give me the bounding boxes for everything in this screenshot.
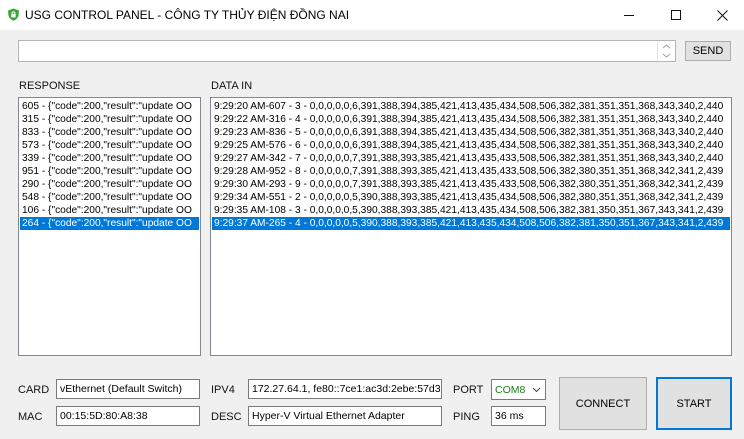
port-select-value: COM8 [495, 383, 526, 396]
ping-field[interactable]: 36 ms [491, 406, 546, 426]
mac-field[interactable]: 00:15:5D:80:A8:38 [56, 406, 200, 426]
response-list-item[interactable]: 264 - {"code":200,"result":"update OO [20, 217, 199, 230]
port-select[interactable]: COM8 [491, 379, 546, 400]
connect-button[interactable]: CONNECT [559, 377, 647, 430]
ping-label: PING [453, 411, 480, 423]
data-in-list-item[interactable]: 9:29:37 AM-265 - 4 - 0,0,0,0,0,5,390,388… [212, 217, 730, 230]
desc-label: DESC [211, 411, 242, 423]
command-input[interactable] [18, 40, 676, 62]
ipv4-field[interactable]: 172.27.64.1, fe80::7ce1:ac3d:2ebe:57d3 [248, 379, 442, 399]
shield-app-icon [8, 8, 19, 21]
command-input-scroll[interactable] [657, 41, 675, 61]
data-in-list-item[interactable]: 9:29:20 AM-607 - 3 - 0,0,0,0,0,6,391,388… [212, 100, 730, 113]
response-label: RESPONSE [19, 80, 81, 92]
ipv4-label: IPV4 [211, 384, 235, 396]
data-in-list-item[interactable]: 9:29:35 AM-108 - 3 - 0,0,0,0,0,5,390,388… [212, 204, 730, 217]
data-in-list-item[interactable]: 9:29:34 AM-551 - 2 - 0,0,0,0,0,5,390,388… [212, 191, 730, 204]
response-list-item[interactable]: 339 - {"code":200,"result":"update OO [20, 152, 199, 165]
start-button[interactable]: START [656, 377, 732, 430]
desc-field[interactable]: Hyper-V Virtual Ethernet Adapter [248, 406, 442, 426]
response-list-item[interactable]: 605 - {"code":200,"result":"update OO [20, 100, 199, 113]
card-field[interactable]: vEthernet (Default Switch) [56, 379, 200, 399]
scroll-arrows-icon [662, 44, 671, 58]
data-in-label: DATA IN [211, 80, 253, 92]
close-icon [716, 9, 728, 21]
response-list-item[interactable]: 833 - {"code":200,"result":"update OO [20, 126, 199, 139]
data-in-list-item[interactable]: 9:29:23 AM-836 - 5 - 0,0,0,0,0,6,391,388… [212, 126, 730, 139]
card-label: CARD [18, 384, 50, 396]
response-list-item[interactable]: 573 - {"code":200,"result":"update OO [20, 139, 199, 152]
data-in-list-item[interactable]: 9:29:28 AM-952 - 8 - 0,0,0,0,0,7,391,388… [212, 165, 730, 178]
response-list-item[interactable]: 106 - {"code":200,"result":"update OO [20, 204, 199, 217]
data-in-list-item[interactable]: 9:29:22 AM-316 - 4 - 0,0,0,0,0,6,391,388… [212, 113, 730, 126]
minimize-icon [624, 15, 634, 16]
data-in-list-item[interactable]: 9:29:30 AM-293 - 9 - 0,0,0,0,0,7,391,388… [212, 178, 730, 191]
chevron-down-icon [532, 387, 541, 393]
response-list-item[interactable]: 315 - {"code":200,"result":"update OO [20, 113, 199, 126]
response-list-item[interactable]: 951 - {"code":200,"result":"update OO [20, 165, 199, 178]
mac-label: MAC [18, 411, 43, 423]
response-list[interactable]: 605 - {"code":200,"result":"update OO 315… [18, 97, 201, 356]
maximize-button[interactable] [653, 0, 699, 30]
close-button[interactable] [699, 0, 744, 30]
data-in-list-item[interactable]: 9:29:27 AM-342 - 7 - 0,0,0,0,0,7,391,388… [212, 152, 730, 165]
data-in-list[interactable]: 9:29:20 AM-607 - 3 - 0,0,0,0,0,6,391,388… [210, 97, 732, 356]
data-in-list-item[interactable]: 9:29:25 AM-576 - 6 - 0,0,0,0,0,6,391,388… [212, 139, 730, 152]
send-button[interactable]: SEND [685, 41, 731, 61]
minimize-button[interactable] [606, 0, 652, 30]
response-list-item[interactable]: 548 - {"code":200,"result":"update OO [20, 191, 199, 204]
window-title: USG CONTROL PANEL - CÔNG TY THỦY ĐIỆN ĐỒ… [25, 8, 350, 22]
port-label: PORT [453, 384, 484, 396]
response-list-item[interactable]: 290 - {"code":200,"result":"update OO [20, 178, 199, 191]
maximize-icon [671, 10, 681, 20]
